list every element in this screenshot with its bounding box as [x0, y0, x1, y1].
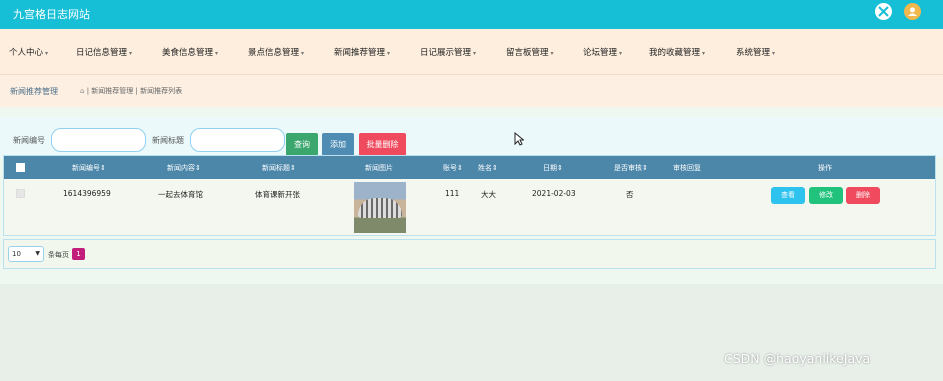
menu-message-board-management[interactable]: 留言板管理 ▾: [506, 46, 554, 58]
col-name[interactable]: 姓名⇕: [478, 163, 498, 173]
news-image: [354, 182, 406, 233]
col-image: 新闻图片: [365, 164, 393, 172]
cell-title: 体育课新开张: [255, 190, 300, 199]
chevron-down-icon: ▾: [702, 50, 706, 57]
content-panel: 新闻编号 新闻标题 查询 添加 批量删除 新闻编号⇕ 新闻内容⇕ 新闻标题⇕ 新…: [0, 107, 943, 284]
cell-account: 111: [445, 189, 460, 198]
col-account[interactable]: 账号⇕: [443, 163, 463, 173]
col-reviewed[interactable]: 是否审核⇕: [614, 163, 648, 173]
menu-scenic-management[interactable]: 景点信息管理 ▾: [248, 46, 304, 58]
view-button[interactable]: 查看: [771, 187, 805, 204]
chevron-down-icon: ▾: [550, 50, 554, 57]
stadium-image: [358, 198, 402, 218]
chevron-down-icon: ▾: [301, 50, 305, 57]
watermark: CSDN @haoyanlikeJava: [724, 351, 871, 366]
cell-news-id: 1614396959: [63, 189, 111, 198]
page-title: 新闻推荐管理: [10, 87, 58, 96]
chevron-down-icon: ▾: [473, 50, 477, 57]
row-checkbox[interactable]: [16, 189, 25, 198]
cell-reviewed: 否: [626, 190, 634, 199]
pagination: 10 ▼ 条每页 1: [3, 239, 936, 269]
breadcrumb-path: | 新闻推荐管理 | 新闻推荐列表: [86, 87, 183, 95]
menu-news-management[interactable]: 新闻推荐管理 ▾: [334, 46, 390, 58]
menu-diary-management[interactable]: 日记信息管理 ▾: [76, 46, 132, 58]
user-avatar-icon[interactable]: [904, 3, 921, 20]
news-title-input[interactable]: [190, 128, 285, 152]
menu-forum-management[interactable]: 论坛管理 ▾: [583, 46, 622, 58]
page-number-current[interactable]: 1: [72, 248, 85, 260]
select-all-checkbox[interactable]: [16, 163, 25, 172]
edit-button[interactable]: 修改: [809, 187, 843, 204]
chevron-down-icon: ▾: [772, 50, 776, 57]
main-menu: 个人中心 ▾ 日记信息管理 ▾ 美食信息管理 ▾ 景点信息管理 ▾ 新闻推荐管理 ▾ 日记…: [0, 29, 943, 75]
col-actions: 操作: [818, 164, 832, 172]
search-form: 新闻编号 新闻标题 查询 添加 批量删除: [0, 117, 943, 157]
page-size-label: 条每页: [48, 251, 69, 259]
app-title: 九宫格日志网站: [13, 8, 90, 21]
col-content[interactable]: 新闻内容⇕: [167, 163, 201, 173]
sort-icon: ⇕: [642, 164, 648, 172]
breadcrumb-bar: 新闻推荐管理 ⌂ | 新闻推荐管理 | 新闻推荐列表: [0, 75, 943, 107]
sort-icon: ⇕: [195, 164, 201, 172]
breadcrumb: ⌂ | 新闻推荐管理 | 新闻推荐列表: [80, 86, 182, 96]
cell-date: 2021-02-03: [532, 189, 576, 198]
news-title-label: 新闻标题: [152, 136, 184, 145]
news-id-input[interactable]: [51, 128, 146, 152]
batch-delete-button[interactable]: 批量删除: [359, 133, 406, 156]
home-icon[interactable]: ⌂: [80, 87, 84, 95]
page-size-select[interactable]: 10 ▼: [8, 246, 44, 262]
query-button[interactable]: 查询: [286, 133, 318, 156]
menu-personal-center[interactable]: 个人中心 ▾: [9, 46, 48, 58]
menu-diary-display-management[interactable]: 日记展示管理 ▾: [420, 46, 476, 58]
sort-icon: ⇕: [492, 164, 498, 172]
chevron-down-icon: ▾: [45, 50, 49, 57]
cell-content: 一起去体育馆: [158, 190, 203, 199]
news-table: 新闻编号⇕ 新闻内容⇕ 新闻标题⇕ 新闻图片 账号⇕ 姓名⇕ 日期⇕ 是否审核⇕…: [3, 155, 936, 236]
delete-button[interactable]: 删除: [846, 187, 880, 204]
chevron-down-icon: ▾: [129, 50, 133, 57]
news-id-label: 新闻编号: [13, 136, 45, 145]
sort-icon: ⇕: [100, 164, 106, 172]
col-title[interactable]: 新闻标题⇕: [262, 163, 296, 173]
fullscreen-icon[interactable]: [875, 3, 892, 20]
chevron-down-icon: ▼: [35, 250, 40, 257]
chevron-down-icon: ▾: [215, 50, 219, 57]
menu-favorites-management[interactable]: 我的收藏管理 ▾: [649, 46, 705, 58]
table-header: 新闻编号⇕ 新闻内容⇕ 新闻标题⇕ 新闻图片 账号⇕ 姓名⇕ 日期⇕ 是否审核⇕…: [4, 156, 935, 179]
top-bar: 九宫格日志网站: [0, 0, 943, 29]
menu-food-management[interactable]: 美食信息管理 ▾: [162, 46, 218, 58]
chevron-down-icon: ▾: [619, 50, 623, 57]
add-button[interactable]: 添加: [322, 133, 354, 156]
mouse-cursor-icon: [514, 131, 525, 148]
menu-system-management[interactable]: 系统管理 ▾: [736, 46, 775, 58]
sort-icon: ⇕: [457, 164, 463, 172]
chevron-down-icon: ▾: [387, 50, 391, 57]
sort-icon: ⇕: [290, 164, 296, 172]
sort-icon: ⇕: [557, 164, 563, 172]
col-news-id[interactable]: 新闻编号⇕: [72, 163, 106, 173]
col-review-reply: 审核回复: [673, 164, 701, 172]
cell-name: 大大: [481, 190, 496, 199]
col-date[interactable]: 日期⇕: [543, 163, 563, 173]
